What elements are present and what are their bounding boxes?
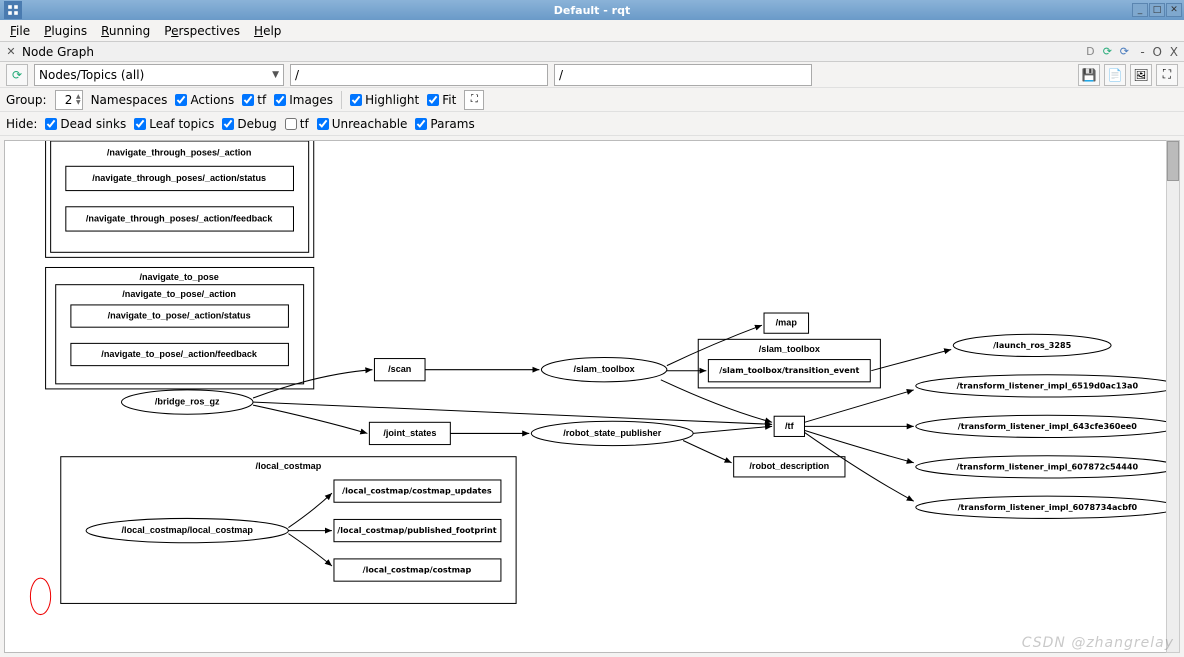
wrench-icon: ✕ — [4, 45, 18, 59]
namespaces-label: Namespaces — [91, 93, 168, 107]
group-label: Group: — [6, 93, 47, 107]
unreachable-checkbox[interactable]: Unreachable — [317, 117, 408, 131]
svg-text:/transform_listener_impl_60787: /transform_listener_impl_6078734acbf0 — [958, 502, 1138, 512]
svg-text:/scan: /scan — [388, 364, 411, 374]
highlight-checkbox[interactable]: Highlight — [350, 93, 419, 107]
node-filter-input[interactable]: / — [290, 64, 548, 86]
svg-text:/local_costmap: /local_costmap — [256, 461, 322, 471]
minimize-button[interactable]: _ — [1132, 3, 1148, 17]
save-image-button[interactable]: 🖼 — [1130, 64, 1152, 86]
svg-text:/navigate_to_pose/_action/stat: /navigate_to_pose/_action/status — [108, 310, 251, 320]
save-dot-button[interactable]: 💾 — [1078, 64, 1100, 86]
hide-tf-checkbox[interactable]: tf — [285, 117, 309, 131]
graph-canvas-wrap: /navigate_through_poses/_action /navigat… — [0, 136, 1184, 657]
chevron-down-icon: ▼ — [272, 70, 279, 80]
svg-text:/joint_states: /joint_states — [383, 428, 436, 438]
combo-label: Nodes/Topics (all) — [39, 68, 144, 82]
expand-button[interactable]: ⛶ — [1156, 64, 1178, 86]
svg-text:/transform_listener_impl_643cf: /transform_listener_impl_643cfe360ee0 — [958, 421, 1137, 431]
menu-help[interactable]: Help — [248, 22, 287, 40]
actions-checkbox[interactable]: Actions — [175, 93, 234, 107]
svg-text:/slam_toolbox: /slam_toolbox — [574, 364, 635, 374]
save-svg-button[interactable]: 📄 — [1104, 64, 1126, 86]
svg-text:/robot_state_publisher: /robot_state_publisher — [563, 428, 661, 438]
svg-text:/local_costmap/published_footp: /local_costmap/published_footprint — [337, 525, 496, 535]
watermark: CSDN @zhangrelay — [1022, 635, 1174, 651]
tf-checkbox[interactable]: tf — [242, 93, 266, 107]
svg-text:/navigate_to_pose: /navigate_to_pose — [139, 272, 218, 282]
toolbar-hide: Hide: Dead sinks Leaf topics Debug tf Un… — [0, 112, 1184, 136]
menu-perspectives[interactable]: Perspectives — [158, 22, 246, 40]
svg-text:/bridge_ros_gz: /bridge_ros_gz — [155, 396, 220, 406]
toolbar-group: Group: 2 ▲▼ Namespaces Actions tf Images… — [0, 88, 1184, 112]
reload-icon[interactable]: ⟳ — [1100, 45, 1114, 59]
group-spinbox[interactable]: 2 ▲▼ — [55, 90, 83, 110]
svg-text:/tf: /tf — [785, 421, 795, 431]
hide-label: Hide: — [6, 117, 37, 131]
fit-checkbox[interactable]: Fit — [427, 93, 456, 107]
menu-running[interactable]: Running — [95, 22, 156, 40]
svg-text:/slam_toolbox/transition_event: /slam_toolbox/transition_event — [719, 365, 859, 375]
plugin-title: Node Graph — [22, 45, 94, 59]
graph-type-combo[interactable]: Nodes/Topics (all) ▼ — [34, 64, 284, 86]
plugin-titlebar: ✕ Node Graph D ⟳ ⟳ - O X — [0, 42, 1184, 62]
menu-plugins[interactable]: Plugins — [38, 22, 93, 40]
scrollbar-thumb[interactable] — [1167, 141, 1179, 181]
menubar: File Plugins Running Perspectives Help — [0, 20, 1184, 42]
refresh-icon[interactable]: ⟳ — [1117, 45, 1131, 59]
svg-text:/navigate_to_pose/_action: /navigate_to_pose/_action — [122, 289, 236, 299]
svg-text:/navigate_through_poses/_actio: /navigate_through_poses/_action — [107, 148, 252, 158]
debug-checkbox[interactable]: Debug — [222, 117, 276, 131]
svg-text:/local_costmap/costmap: /local_costmap/costmap — [363, 565, 472, 575]
svg-text:/map: /map — [776, 318, 798, 328]
svg-text:/navigate_through_poses/_actio: /navigate_through_poses/_action/status — [92, 173, 266, 183]
d-icon[interactable]: D — [1083, 45, 1097, 59]
window-title: Default - rqt — [554, 4, 630, 17]
window-titlebar: Default - rqt _ □ ✕ — [0, 0, 1184, 20]
svg-text:/local_costmap/local_costmap: /local_costmap/local_costmap — [122, 525, 254, 535]
menu-file[interactable]: File — [4, 22, 36, 40]
svg-text:/local_costmap/costmap_updates: /local_costmap/costmap_updates — [342, 486, 492, 496]
images-checkbox[interactable]: Images — [274, 93, 333, 107]
graph-svg: /navigate_through_poses/_action /navigat… — [5, 141, 1179, 652]
svg-text:/robot_description: /robot_description — [749, 461, 829, 471]
svg-text:/launch_ros_3285: /launch_ros_3285 — [993, 340, 1071, 350]
dead-sinks-checkbox[interactable]: Dead sinks — [45, 117, 126, 131]
graph-canvas[interactable]: /navigate_through_poses/_action /navigat… — [4, 140, 1180, 653]
svg-text:/slam_toolbox: /slam_toolbox — [759, 344, 820, 354]
plugin-close-group[interactable]: - O X — [1140, 45, 1180, 59]
svg-text:/transform_listener_impl_6519d: /transform_listener_impl_6519d0ac13a0 — [957, 380, 1139, 390]
leaf-topics-checkbox[interactable]: Leaf topics — [134, 117, 214, 131]
vertical-scrollbar[interactable] — [1166, 140, 1180, 653]
maximize-button[interactable]: □ — [1149, 3, 1165, 17]
svg-text:/transform_listener_impl_60787: /transform_listener_impl_607872c54440 — [957, 461, 1139, 471]
app-icon — [4, 1, 22, 19]
toolbar-main: ⟳ Nodes/Topics (all) ▼ / / 💾 📄 🖼 ⛶ — [0, 62, 1184, 88]
params-checkbox[interactable]: Params — [415, 117, 474, 131]
close-button[interactable]: ✕ — [1166, 3, 1182, 17]
svg-text:/navigate_to_pose/_action/feed: /navigate_to_pose/_action/feedback — [101, 349, 258, 359]
topic-filter-input[interactable]: / — [554, 64, 812, 86]
fit-view-button[interactable]: ⛶ — [464, 90, 484, 110]
svg-text:/navigate_through_poses/_actio: /navigate_through_poses/_action/feedback — [86, 213, 273, 223]
refresh-graph-button[interactable]: ⟳ — [6, 64, 28, 86]
